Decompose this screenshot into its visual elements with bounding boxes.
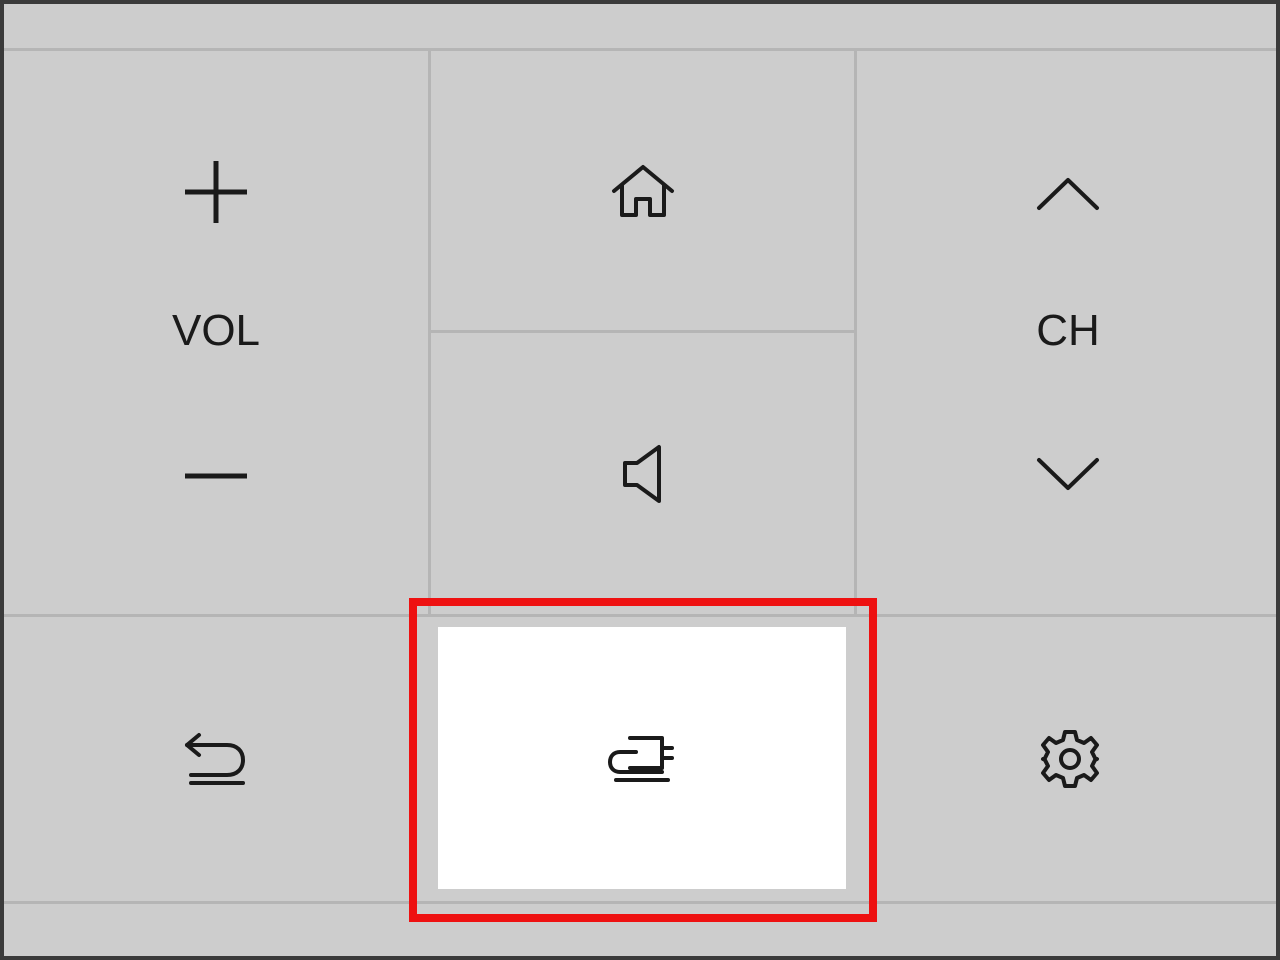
gear-icon [1041,730,1099,788]
back-button[interactable] [4,617,428,901]
channel-control: CH [856,52,1276,616]
volume-control: VOL [4,52,428,616]
volume-label: VOL [171,306,261,355]
minus-icon [185,473,247,479]
speaker-icon [622,444,661,503]
home-button[interactable] [431,51,854,330]
input-source-icon [608,736,674,782]
channel-up-button[interactable] [856,152,1276,236]
chevron-down-icon [1037,458,1099,490]
channel-down-button[interactable] [856,432,1276,516]
plus-icon [185,161,247,223]
settings-button[interactable] [860,617,1276,901]
volume-up-button[interactable] [4,142,428,242]
mute-button[interactable] [431,333,854,614]
return-icon [185,733,246,785]
volume-down-button[interactable] [4,426,428,526]
home-icon [611,164,674,217]
channel-label: CH [1036,306,1100,355]
input-source-button[interactable] [438,627,846,889]
chevron-up-icon [1037,178,1099,210]
